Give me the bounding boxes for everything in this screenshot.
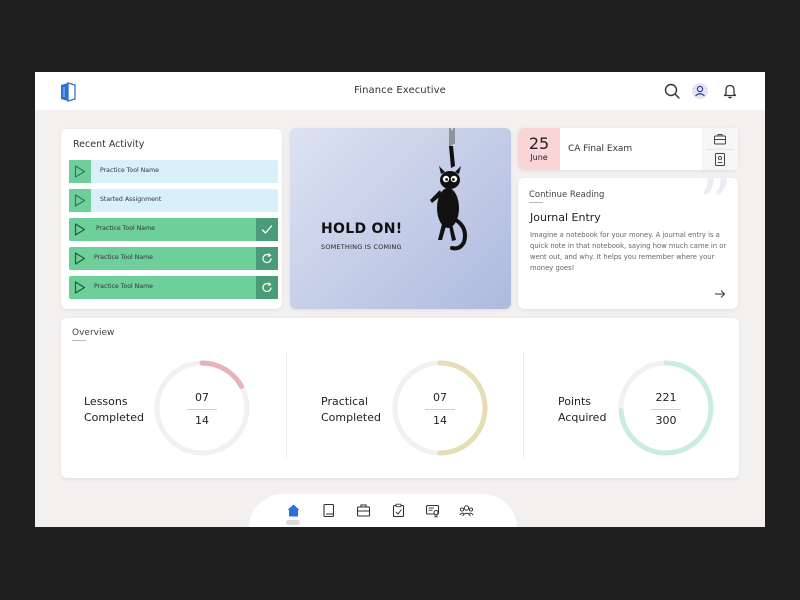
nav-active-indicator bbox=[286, 520, 300, 525]
stat-label-lessons: Lessons Completed bbox=[84, 394, 144, 425]
activity-label: Practice Tool Name bbox=[100, 167, 159, 174]
certificate-icon[interactable] bbox=[425, 503, 440, 518]
stat-label-line: Acquired bbox=[558, 410, 607, 424]
quote-mark-icon: ” bbox=[698, 178, 732, 243]
overview-divider bbox=[523, 352, 524, 458]
refresh-icon bbox=[262, 282, 272, 293]
activity-label: Practice Tool Name bbox=[94, 254, 153, 261]
stat-label-line: Completed bbox=[84, 410, 144, 424]
stat-total: 14 bbox=[195, 414, 209, 427]
avatar[interactable] bbox=[691, 82, 709, 100]
retry-button[interactable] bbox=[256, 276, 278, 299]
continue-reading-card[interactable]: ” Continue Reading Journal Entry Imagine… bbox=[518, 178, 738, 309]
exam-label: CA Final Exam bbox=[568, 144, 633, 154]
stat-label-line: Lessons bbox=[84, 395, 128, 408]
stat-label-line: Practical bbox=[321, 395, 368, 408]
play-button[interactable] bbox=[69, 189, 91, 212]
home-icon[interactable] bbox=[286, 503, 301, 518]
stat-value: 07 bbox=[433, 391, 447, 404]
play-button[interactable] bbox=[69, 218, 91, 241]
id-card-icon[interactable] bbox=[710, 151, 730, 168]
stat-label-practical: Practical Completed bbox=[321, 394, 381, 425]
coming-soon-card: HOLD ON! SOMETHING IS COMING bbox=[290, 128, 511, 309]
progress-ring-lessons: 07 14 bbox=[153, 359, 251, 457]
refresh-icon bbox=[262, 253, 272, 264]
app-screen: Finance Executive Recent Activity Practi… bbox=[35, 72, 765, 527]
stat-separator bbox=[651, 409, 681, 410]
play-icon bbox=[74, 223, 86, 236]
stat-label-line: Points bbox=[558, 395, 592, 408]
activity-row[interactable]: Practice Tool Name bbox=[69, 247, 278, 270]
stat-label-points: Points Acquired bbox=[558, 394, 606, 425]
activity-row[interactable]: Practice Tool Name bbox=[69, 160, 278, 183]
progress-ring-graphic bbox=[618, 360, 714, 456]
check-icon bbox=[261, 225, 273, 234]
stat-value: 07 bbox=[195, 391, 209, 404]
stat-separator bbox=[187, 409, 217, 410]
activity-row[interactable]: Started Assignment bbox=[69, 189, 278, 212]
stat-total: 300 bbox=[655, 414, 677, 427]
completed-status bbox=[256, 218, 278, 241]
play-icon bbox=[74, 281, 86, 294]
continue-reading-label: Continue Reading bbox=[529, 190, 605, 200]
stat-label-line: Completed bbox=[321, 410, 381, 424]
exam-date: 25 June bbox=[518, 128, 560, 170]
hanging-cat-illustration bbox=[430, 128, 467, 251]
activity-row[interactable]: Practice Tool Name bbox=[69, 218, 278, 241]
continue-reading-underline bbox=[529, 202, 543, 203]
clipboard-icon[interactable] bbox=[391, 503, 406, 518]
arrow-right-icon[interactable] bbox=[714, 289, 726, 299]
play-icon bbox=[74, 194, 86, 207]
article-title: Journal Entry bbox=[530, 211, 601, 224]
play-icon bbox=[74, 252, 86, 265]
retry-button[interactable] bbox=[256, 247, 278, 270]
progress-ring-points: 221 300 bbox=[617, 359, 715, 457]
top-bar: Finance Executive bbox=[35, 72, 765, 110]
play-icon bbox=[74, 165, 86, 178]
exam-month: June bbox=[530, 153, 548, 162]
search-icon[interactable] bbox=[663, 82, 681, 100]
hold-on-title: HOLD ON! bbox=[321, 221, 403, 237]
recent-activity-title: Recent Activity bbox=[73, 139, 145, 150]
activity-label: Started Assignment bbox=[100, 196, 162, 203]
stat-value: 221 bbox=[655, 391, 677, 404]
activity-row[interactable]: Practice Tool Name bbox=[69, 276, 278, 299]
book-icon[interactable] bbox=[321, 503, 336, 518]
overview-card: Overview Lessons Completed 07 14 Practic… bbox=[61, 318, 739, 478]
play-button[interactable] bbox=[69, 160, 91, 183]
exam-actions-divider bbox=[706, 149, 734, 150]
bell-icon[interactable] bbox=[721, 82, 739, 100]
recent-activity-card: Recent Activity Practice Tool Name Start… bbox=[61, 129, 282, 309]
hold-on-subtitle: SOMETHING IS COMING bbox=[321, 243, 402, 251]
exam-day: 25 bbox=[528, 134, 550, 153]
community-icon[interactable] bbox=[459, 503, 474, 518]
play-button[interactable] bbox=[69, 276, 91, 299]
activity-label: Practice Tool Name bbox=[94, 283, 153, 290]
app-title: Finance Executive bbox=[354, 85, 446, 96]
overview-title: Overview bbox=[72, 328, 115, 338]
activity-label: Practice Tool Name bbox=[96, 225, 155, 232]
progress-ring-practical: 07 14 bbox=[391, 359, 489, 457]
exam-card[interactable]: 25 June CA Final Exam bbox=[518, 128, 738, 170]
overview-divider bbox=[286, 352, 287, 458]
progress-ring-graphic bbox=[154, 360, 250, 456]
stat-total: 14 bbox=[433, 414, 447, 427]
bottom-nav bbox=[249, 494, 517, 527]
overview-underline bbox=[72, 340, 86, 341]
stat-separator bbox=[425, 409, 455, 410]
progress-ring-graphic bbox=[392, 360, 488, 456]
exam-actions bbox=[702, 128, 738, 170]
briefcase-icon[interactable] bbox=[356, 503, 371, 518]
play-button[interactable] bbox=[69, 247, 91, 270]
briefcase-icon[interactable] bbox=[710, 131, 730, 148]
article-excerpt: Imagine a notebook for your money. A jou… bbox=[530, 231, 727, 272]
